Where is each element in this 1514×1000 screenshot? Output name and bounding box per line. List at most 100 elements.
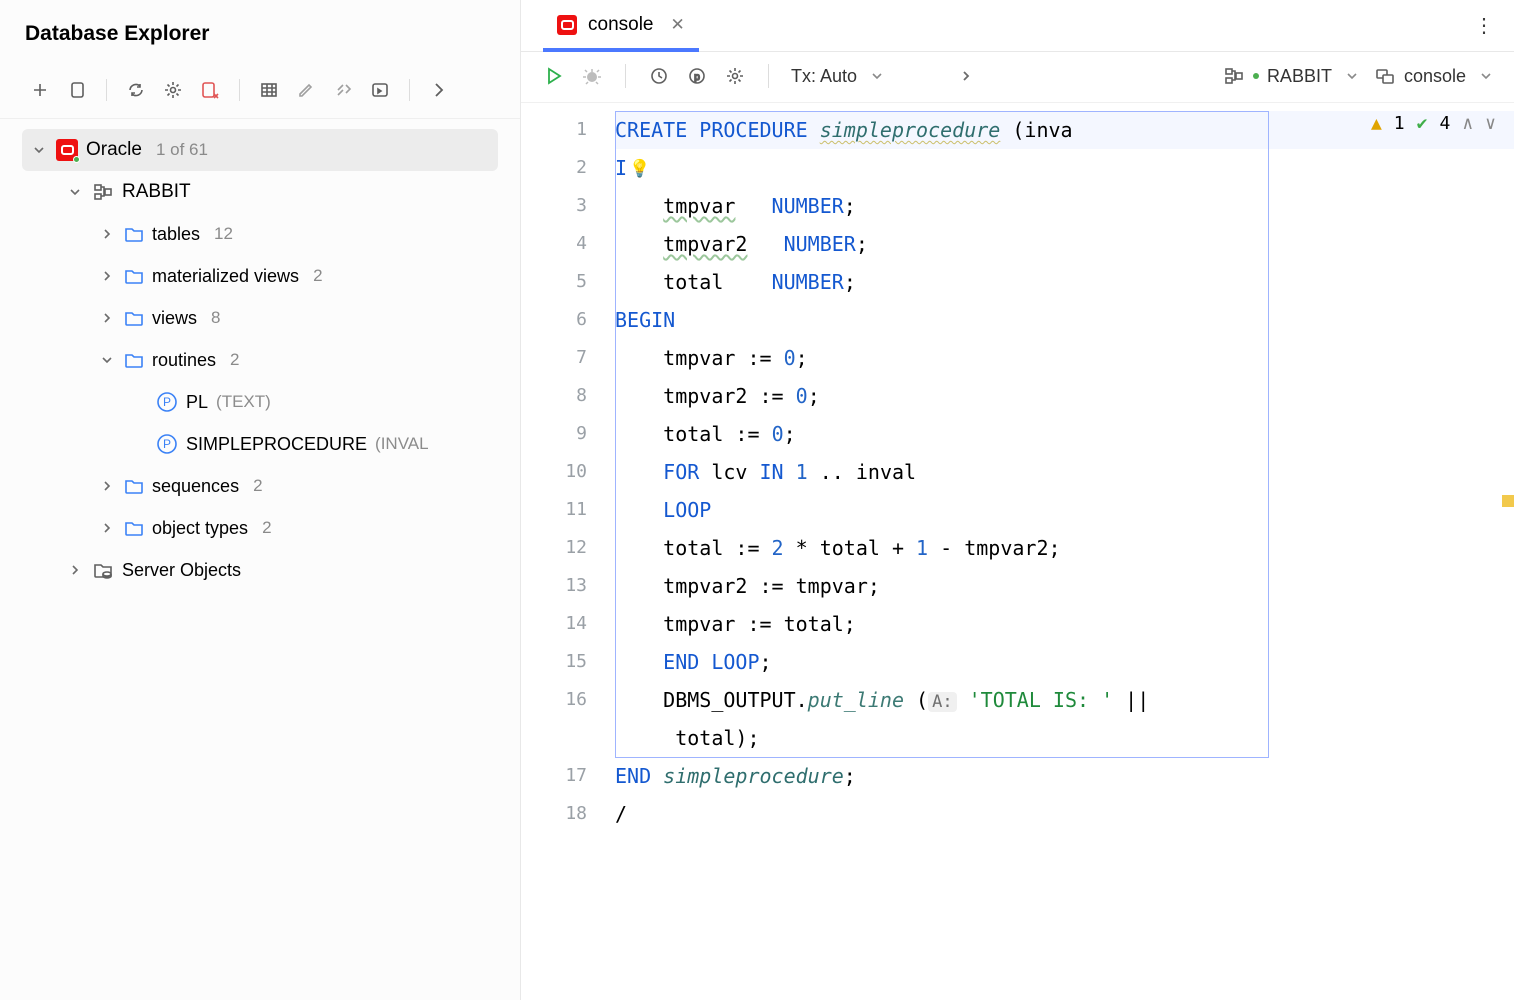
schema-selector[interactable]: RABBIT <box>1223 65 1358 87</box>
play-console-icon[interactable] <box>368 78 392 102</box>
chevron-right-icon[interactable] <box>66 563 84 577</box>
folder-sequences[interactable]: sequences 2 <box>22 465 498 507</box>
folder-count: 2 <box>253 476 262 496</box>
code-line: DBMS_OUTPUT.put_line (A: 'TOTAL IS: ' || <box>615 681 1514 719</box>
folder-count: 12 <box>214 224 233 244</box>
sidebar-toolbar <box>0 66 520 119</box>
folder-icon <box>124 267 144 285</box>
folder-object-types[interactable]: object types 2 <box>22 507 498 549</box>
separator <box>239 79 240 101</box>
folder-count: 2 <box>230 350 239 370</box>
chevron-right-icon[interactable] <box>98 227 116 241</box>
code-line: END simpleprocedure; <box>615 757 1514 795</box>
folder-label: sequences <box>152 476 239 497</box>
server-objects-node[interactable]: Server Objects <box>22 549 498 591</box>
more-icon[interactable]: ⋮ <box>1464 7 1504 44</box>
separator <box>768 64 769 88</box>
refresh-icon[interactable] <box>124 78 148 102</box>
folder-icon <box>124 351 144 369</box>
schema-node-rabbit[interactable]: RABBIT <box>22 171 498 213</box>
next-highlight-icon[interactable]: ∨ <box>1485 113 1496 134</box>
schema-label: RABBIT <box>122 181 191 203</box>
svg-text:p: p <box>694 72 700 83</box>
close-icon[interactable]: ✕ <box>671 15 685 35</box>
code-line: LOOP <box>615 491 1514 529</box>
schema-icon <box>92 181 114 203</box>
chevron-right-icon[interactable] <box>98 311 116 325</box>
code-line: total); <box>615 719 1514 757</box>
ok-count: 4 <box>1439 113 1450 134</box>
editor-toolbar: p Tx: Auto RABBIT console <box>521 52 1514 103</box>
history-icon[interactable] <box>648 65 670 87</box>
procedure-icon[interactable]: p <box>686 65 708 87</box>
folder-routines[interactable]: routines 2 <box>22 339 498 381</box>
code-line: tmpvar2 NUMBER; <box>615 225 1514 263</box>
settings-icon[interactable] <box>161 78 185 102</box>
checkmark-icon: ✔ <box>1417 113 1428 134</box>
routine-pl[interactable]: P PL (TEXT) <box>22 381 498 423</box>
tab-bar: console ✕ ⋮ <box>521 0 1514 52</box>
jump-icon[interactable] <box>331 78 355 102</box>
code-line: / <box>615 795 1514 833</box>
prev-highlight-icon[interactable]: ∧ <box>1462 113 1473 134</box>
tx-label: Tx: Auto <box>791 66 857 87</box>
chevron-right-icon[interactable] <box>98 521 116 535</box>
chevron-down-icon[interactable] <box>30 143 48 157</box>
folder-icon <box>124 477 144 495</box>
chevron-right-icon[interactable] <box>98 269 116 283</box>
intention-bulb-icon[interactable]: 💡 <box>629 150 650 188</box>
routine-simpleprocedure[interactable]: P SIMPLEPROCEDURE (INVAL <box>22 423 498 465</box>
code-line: total := 2 * total + 1 - tmpvar2; <box>615 529 1514 567</box>
folder-icon <box>124 225 144 243</box>
inlay-hint: A: <box>928 692 956 712</box>
panel-title: Database Explorer <box>25 22 209 46</box>
procedure-icon: P <box>156 391 178 413</box>
datasource-count: 1 of 61 <box>156 140 208 160</box>
folder-label: object types <box>152 518 248 539</box>
routine-label: PL <box>186 392 208 413</box>
procedure-icon: P <box>156 433 178 455</box>
chevron-right-icon[interactable] <box>955 65 977 87</box>
folder-icon <box>124 519 144 537</box>
datasource-node-oracle[interactable]: Oracle 1 of 61 <box>22 129 498 171</box>
inspection-widget[interactable]: ▲1 ✔4 ∧ ∨ <box>1371 113 1496 134</box>
deactivate-icon[interactable] <box>198 78 222 102</box>
folder-count: 2 <box>313 266 322 286</box>
folder-views[interactable]: views 8 <box>22 297 498 339</box>
chevron-right-icon[interactable] <box>427 78 451 102</box>
code-line: tmpvar := total; <box>615 605 1514 643</box>
code-content[interactable]: ▲1 ✔4 ∧ ∨ CREATE PROCEDURE simpleprocedu… <box>615 103 1514 1000</box>
editor-area: console ✕ ⋮ p Tx: Auto RABBIT console <box>521 0 1514 1000</box>
folder-label: routines <box>152 350 216 371</box>
settings-icon[interactable] <box>724 65 746 87</box>
error-stripe-marker[interactable] <box>1502 495 1514 507</box>
folder-label: views <box>152 308 197 329</box>
code-line: tmpvar := 0; <box>615 339 1514 377</box>
folder-tables[interactable]: tables 12 <box>22 213 498 255</box>
copy-ddl-icon[interactable] <box>65 78 89 102</box>
tab-console[interactable]: console ✕ <box>543 1 699 52</box>
debug-icon[interactable] <box>581 65 603 87</box>
edit-icon[interactable] <box>294 78 318 102</box>
tx-mode-dropdown[interactable]: Tx: Auto <box>791 66 883 87</box>
folder-materialized-views[interactable]: materialized views 2 <box>22 255 498 297</box>
code-line: I💡 <box>615 149 1514 187</box>
chevron-down-icon[interactable] <box>98 353 116 367</box>
chevron-down-icon[interactable] <box>66 185 84 199</box>
sidebar-header: Database Explorer <box>0 0 520 66</box>
code-line: FOR lcv IN 1 .. inval <box>615 453 1514 491</box>
chevron-right-icon[interactable] <box>98 479 116 493</box>
code-line: tmpvar2 := 0; <box>615 377 1514 415</box>
session-label: console <box>1404 66 1466 87</box>
add-icon[interactable] <box>28 78 52 102</box>
session-selector[interactable]: console <box>1374 65 1492 87</box>
console-session-icon <box>1374 65 1396 87</box>
code-editor[interactable]: 123456789101112131415161718 ▲1 ✔4 ∧ ∨ CR… <box>521 103 1514 1000</box>
datasource-label: Oracle <box>86 139 142 161</box>
run-icon[interactable] <box>543 65 565 87</box>
routine-note: (INVAL <box>375 434 429 454</box>
separator <box>409 79 410 101</box>
folder-count: 2 <box>262 518 271 538</box>
grid-icon[interactable] <box>257 78 281 102</box>
chevron-down-icon <box>1346 66 1358 87</box>
